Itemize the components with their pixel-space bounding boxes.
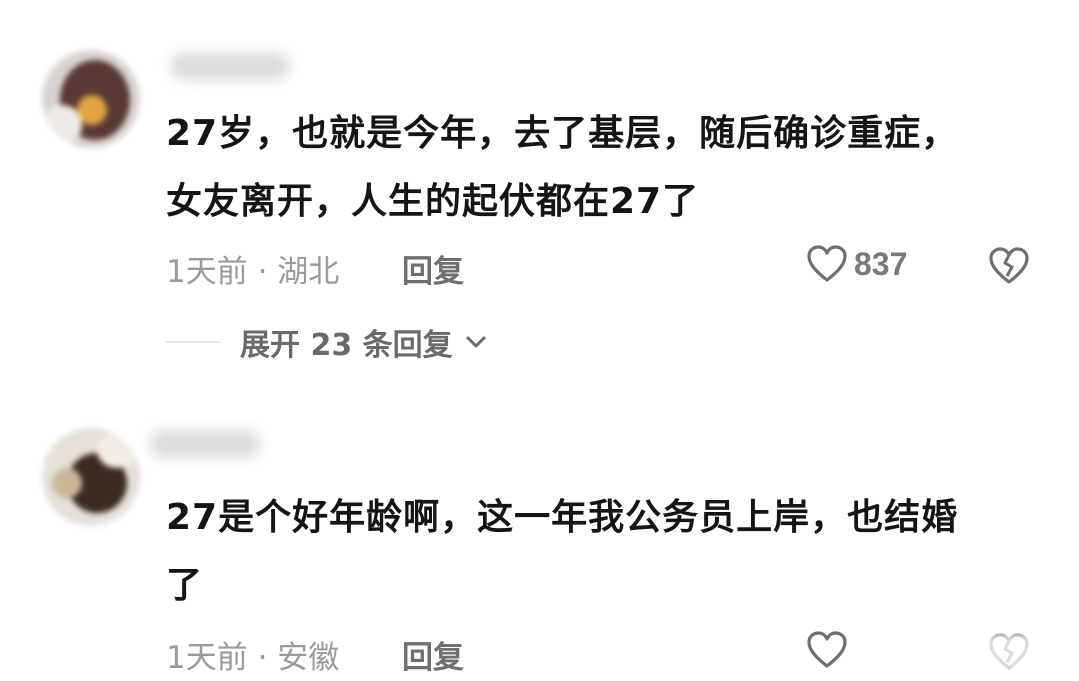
like-count: 837 [854,245,908,282]
watermark-overlay [855,633,1065,673]
comment-text-line: 女友离开，人生的起伏都在27了 [166,181,700,222]
like-button[interactable] [806,630,848,670]
comment-location: 湖北 [277,254,340,290]
comment-text: 27是个好年龄啊，这一年我公务员上岸，也结婚 了 [166,484,958,620]
comment-item: 27岁，也就是今年，去了基层，随后确诊重症， 女友离开，人生的起伏都在27了 1… [0,0,1079,400]
expand-replies-button[interactable]: 展开 23 条回复 [166,320,489,364]
meta-separator: · [247,254,278,290]
reply-button[interactable]: 回复 [402,632,464,677]
comment-text-line: 27是个好年龄啊，这一年我公务员上岸，也结婚 [166,497,959,538]
username-blurred[interactable] [170,52,290,80]
comment-text-line: 了 [166,565,204,606]
comment-meta: 1天前 · 安徽 [166,632,339,677]
expand-replies-label: 展开 23 条回复 [240,328,453,363]
expand-divider [166,341,220,343]
like-button[interactable]: 837 [806,244,907,284]
meta-separator: · [247,640,278,676]
comment-text-line: 27岁，也就是今年，去了基层，随后确诊重症， [166,113,959,154]
heart-outline-icon [807,245,847,282]
comment-time: 1天前 [166,640,248,676]
reply-button[interactable]: 回复 [402,246,464,291]
chevron-down-icon [466,336,486,348]
broken-heart-icon[interactable] [988,246,1030,286]
comment-time: 1天前 [166,254,248,290]
username-blurred[interactable] [150,430,260,458]
comment-meta: 1天前 · 湖北 [166,246,339,291]
avatar[interactable] [42,428,140,526]
heart-outline-icon [807,631,847,668]
comment-text: 27岁，也就是今年，去了基层，随后确诊重症， 女友离开，人生的起伏都在27了 [166,100,958,236]
avatar[interactable] [42,50,140,148]
comment-location: 安徽 [277,640,340,676]
